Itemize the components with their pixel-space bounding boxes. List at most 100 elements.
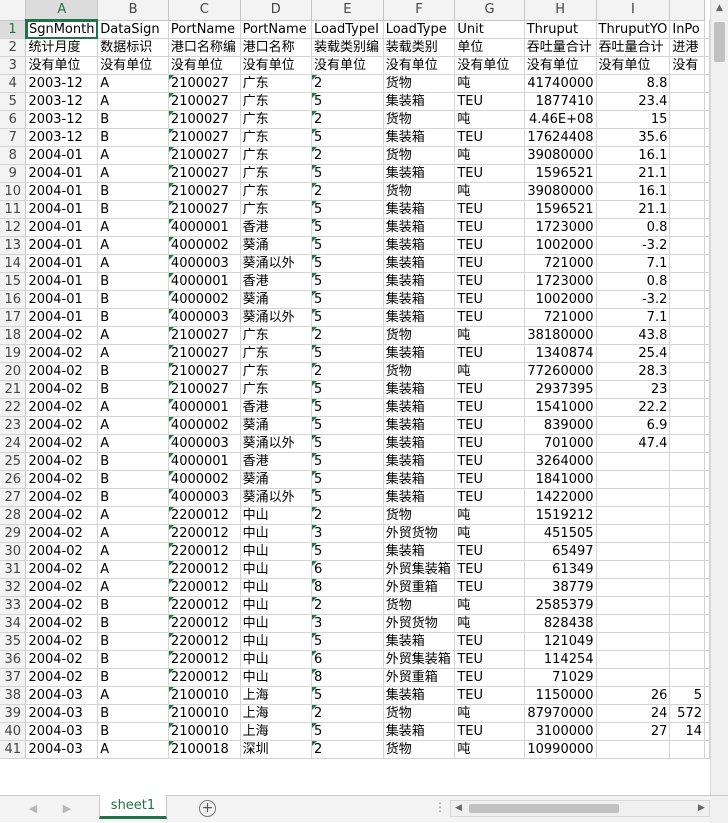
cell[interactable] bbox=[704, 92, 710, 111]
cell[interactable]: B bbox=[97, 668, 169, 687]
cell[interactable]: 集装箱 bbox=[383, 128, 456, 147]
cell[interactable]: 2004-03 bbox=[25, 722, 99, 741]
cell[interactable] bbox=[669, 506, 705, 525]
row-header[interactable]: 40 bbox=[0, 722, 27, 741]
cell[interactable] bbox=[669, 434, 705, 453]
cell[interactable]: 2004-01 bbox=[25, 218, 99, 237]
cell[interactable]: TEU bbox=[454, 200, 525, 219]
cell[interactable] bbox=[704, 542, 710, 561]
cell[interactable]: B bbox=[97, 452, 169, 471]
cell[interactable]: 1002000 bbox=[524, 236, 597, 255]
cell[interactable] bbox=[704, 488, 710, 507]
cell[interactable]: TEU bbox=[454, 470, 525, 489]
row-header[interactable]: 4 bbox=[0, 74, 27, 93]
cell[interactable]: 4000003 bbox=[168, 254, 241, 273]
row-header[interactable]: 37 bbox=[0, 668, 27, 687]
cell[interactable]: LoadType bbox=[383, 20, 456, 39]
cell[interactable] bbox=[704, 632, 710, 651]
cell[interactable]: A bbox=[97, 92, 169, 111]
cell[interactable]: 2200012 bbox=[168, 578, 241, 597]
cell[interactable]: TEU bbox=[454, 164, 525, 183]
cell[interactable] bbox=[669, 452, 705, 471]
cell[interactable] bbox=[669, 110, 705, 129]
cell[interactable]: 中山 bbox=[240, 524, 313, 543]
cell[interactable] bbox=[669, 200, 705, 219]
cell[interactable]: 吞吐量合计 bbox=[524, 38, 597, 57]
cell[interactable]: 集装箱 bbox=[383, 632, 456, 651]
cell[interactable]: 没有单位 bbox=[240, 56, 313, 75]
cell[interactable]: A bbox=[97, 74, 169, 93]
cell[interactable]: A bbox=[97, 398, 169, 417]
cell[interactable]: TEU bbox=[454, 452, 525, 471]
cell[interactable]: 集装箱 bbox=[383, 272, 456, 291]
cell[interactable]: 吨 bbox=[454, 110, 525, 129]
cell[interactable]: 香港 bbox=[240, 272, 313, 291]
cell[interactable]: 1877410 bbox=[524, 92, 597, 111]
cell[interactable] bbox=[704, 578, 710, 597]
cell[interactable] bbox=[704, 524, 710, 543]
cell[interactable]: -3.2 bbox=[596, 236, 671, 255]
cell[interactable] bbox=[669, 92, 705, 111]
row-header[interactable]: 30 bbox=[0, 542, 27, 561]
row-header[interactable]: 25 bbox=[0, 452, 27, 471]
cell[interactable]: 2200012 bbox=[168, 560, 241, 579]
cell[interactable] bbox=[704, 272, 710, 291]
cell[interactable]: 121049 bbox=[524, 632, 597, 651]
row-header[interactable]: 5 bbox=[0, 92, 27, 111]
cell[interactable]: B bbox=[97, 488, 169, 507]
cell[interactable]: 5 bbox=[311, 200, 384, 219]
cell[interactable]: A bbox=[97, 218, 169, 237]
cell[interactable]: 2 bbox=[311, 362, 384, 381]
vertical-scrollbar[interactable]: ▲ bbox=[710, 0, 728, 795]
cell[interactable]: 5 bbox=[311, 128, 384, 147]
cell[interactable]: 广东 bbox=[240, 128, 313, 147]
cell[interactable]: 2100027 bbox=[168, 110, 241, 129]
cell[interactable] bbox=[704, 74, 710, 93]
cell[interactable]: 广东 bbox=[240, 92, 313, 111]
cell[interactable]: 5 bbox=[311, 686, 384, 705]
cell[interactable]: 货物 bbox=[383, 146, 456, 165]
cell[interactable]: 货物 bbox=[383, 596, 456, 615]
cell[interactable] bbox=[596, 614, 671, 633]
cell[interactable]: TEU bbox=[454, 218, 525, 237]
cell[interactable]: 27 bbox=[596, 722, 671, 741]
cell[interactable]: TEU bbox=[454, 308, 525, 327]
row-header[interactable]: 12 bbox=[0, 218, 27, 237]
cell[interactable]: 2004-02 bbox=[25, 452, 99, 471]
cell[interactable]: 5 bbox=[311, 488, 384, 507]
cell[interactable]: 2004-02 bbox=[25, 668, 99, 687]
cell[interactable]: 3264000 bbox=[524, 452, 597, 471]
cell[interactable]: 中山 bbox=[240, 578, 313, 597]
cell[interactable]: PortName bbox=[168, 20, 241, 39]
cell[interactable]: 没有单位 bbox=[97, 56, 169, 75]
cell[interactable]: 5 bbox=[311, 416, 384, 435]
cell[interactable]: TEU bbox=[454, 488, 525, 507]
row-header[interactable]: 20 bbox=[0, 362, 27, 381]
cell[interactable]: 2 bbox=[311, 182, 384, 201]
cell[interactable]: 17624408 bbox=[524, 128, 597, 147]
cell[interactable]: 2100027 bbox=[168, 200, 241, 219]
cell[interactable]: 4000002 bbox=[168, 290, 241, 309]
cell[interactable]: 中山 bbox=[240, 650, 313, 669]
cell[interactable]: 集装箱 bbox=[383, 542, 456, 561]
vertical-scroll-thumb[interactable] bbox=[714, 22, 725, 62]
cell[interactable]: B bbox=[97, 272, 169, 291]
cell[interactable] bbox=[704, 38, 710, 57]
cell[interactable]: 外贸集装箱 bbox=[383, 560, 456, 579]
cell[interactable]: 4000003 bbox=[168, 434, 241, 453]
cell[interactable]: TEU bbox=[454, 542, 525, 561]
cell[interactable]: B bbox=[97, 470, 169, 489]
cell[interactable]: 外贸重箱 bbox=[383, 668, 456, 687]
cell[interactable] bbox=[669, 290, 705, 309]
cell[interactable]: 2 bbox=[311, 326, 384, 345]
cell[interactable]: 集装箱 bbox=[383, 200, 456, 219]
cell[interactable] bbox=[669, 578, 705, 597]
row-header[interactable]: 11 bbox=[0, 200, 27, 219]
row-header[interactable]: 32 bbox=[0, 578, 27, 597]
cell[interactable]: 6 bbox=[311, 560, 384, 579]
cell[interactable]: 2100027 bbox=[168, 182, 241, 201]
cell[interactable]: 货物 bbox=[383, 506, 456, 525]
cell[interactable]: 15 bbox=[596, 110, 671, 129]
cell[interactable]: 4000001 bbox=[168, 398, 241, 417]
cell[interactable]: 2004-02 bbox=[25, 542, 99, 561]
